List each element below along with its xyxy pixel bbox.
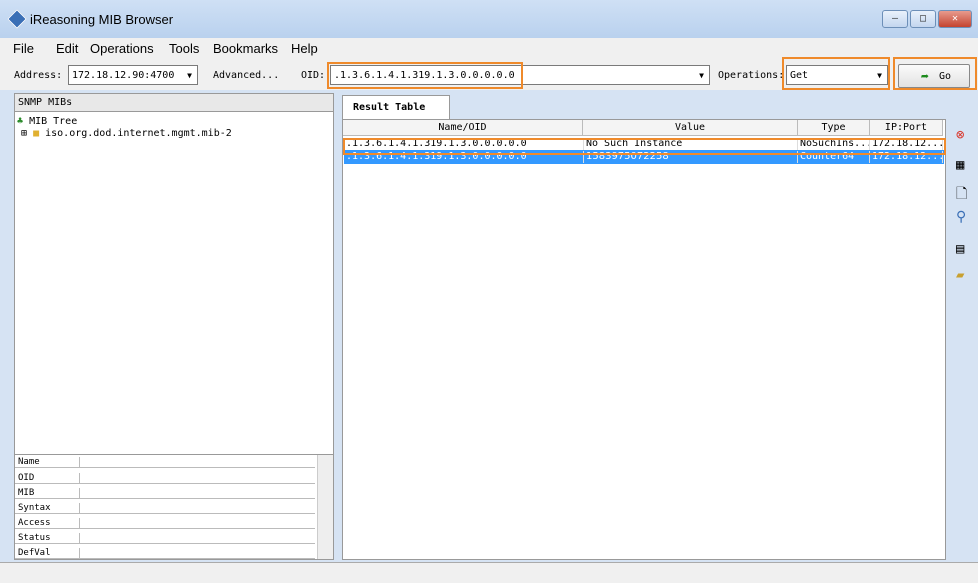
- advanced-button[interactable]: Advanced...: [213, 70, 279, 81]
- chevron-down-icon: ▼: [699, 71, 704, 80]
- close-icon[interactable]: ✕: [938, 10, 972, 28]
- tab-result-table[interactable]: Result Table: [342, 95, 450, 119]
- prop-defval: DefVal: [18, 548, 51, 558]
- maximize-icon[interactable]: □: [910, 10, 936, 28]
- address-label: Address:: [14, 70, 63, 81]
- prop-access: Access: [18, 518, 51, 528]
- tree-node[interactable]: iso.org.dod.internet.mgmt.mib-2: [45, 128, 232, 139]
- col-type[interactable]: Type: [798, 120, 870, 136]
- prop-mib: MIB: [18, 488, 35, 498]
- result-table: Name/OID Value Type IP:Port .1.3.6.1.4.1…: [342, 119, 946, 560]
- menu-help[interactable]: Help: [291, 41, 318, 56]
- tree-root[interactable]: MIB Tree: [29, 116, 77, 127]
- col-value[interactable]: Value: [583, 120, 798, 136]
- main-window: iReasoning MIB Browser – □ ✕ File Edit O…: [0, 0, 978, 583]
- menu-file[interactable]: File: [13, 41, 34, 56]
- tree-root-icon: ♣: [17, 116, 24, 127]
- table-icon[interactable]: ▦: [956, 157, 964, 173]
- menu-operations[interactable]: Operations: [90, 41, 154, 56]
- status-bar: [0, 562, 978, 583]
- right-toolbar: ⊗ ▦ 🗋 ⚲ ▤ ▰: [948, 119, 978, 560]
- oid-label: OID:: [301, 70, 326, 81]
- col-name-oid[interactable]: Name/OID: [343, 120, 583, 136]
- search-icon[interactable]: ⚲: [956, 209, 966, 225]
- mib-tree[interactable]: ♣ MIB Tree ⊞ ■ iso.org.dod.internet.mgmt…: [17, 116, 232, 139]
- properties-panel: Name OID MIB Syntax Access Status DefVal: [14, 454, 334, 560]
- window-title: iReasoning MIB Browser: [30, 12, 174, 27]
- open-folder-icon[interactable]: ▰: [956, 267, 964, 283]
- operations-highlight: [782, 57, 890, 90]
- operations-label: Operations:: [718, 70, 785, 81]
- expand-icon[interactable]: ⊞: [21, 128, 27, 139]
- prop-name: Name: [18, 457, 40, 467]
- prop-syntax: Syntax: [18, 503, 51, 513]
- col-ip-port[interactable]: IP:Port: [870, 120, 943, 136]
- app-icon: [7, 9, 27, 29]
- properties-scrollbar[interactable]: [317, 455, 333, 559]
- title-bar: iReasoning MIB Browser – □ ✕: [0, 0, 978, 38]
- menu-edit[interactable]: Edit: [56, 41, 78, 56]
- menu-bookmarks[interactable]: Bookmarks: [213, 41, 278, 56]
- oid-highlight: [327, 62, 523, 89]
- address-select[interactable]: 172.18.12.90:4700 ▼: [68, 65, 198, 85]
- prop-status: Status: [18, 533, 51, 543]
- menu-tools[interactable]: Tools: [169, 41, 199, 56]
- new-document-icon[interactable]: 🗋: [956, 183, 967, 207]
- go-highlight: [893, 57, 977, 90]
- minimize-icon[interactable]: –: [882, 10, 908, 28]
- folder-icon: ■: [33, 128, 40, 139]
- address-value: 172.18.12.90:4700: [72, 70, 175, 81]
- chevron-down-icon: ▼: [187, 71, 192, 80]
- export-icon[interactable]: ▤: [956, 241, 964, 257]
- prop-oid: OID: [18, 473, 35, 483]
- mib-panel-header: SNMP MIBs: [15, 94, 333, 112]
- row-highlight: [343, 138, 946, 155]
- delete-icon[interactable]: ⊗: [956, 127, 964, 143]
